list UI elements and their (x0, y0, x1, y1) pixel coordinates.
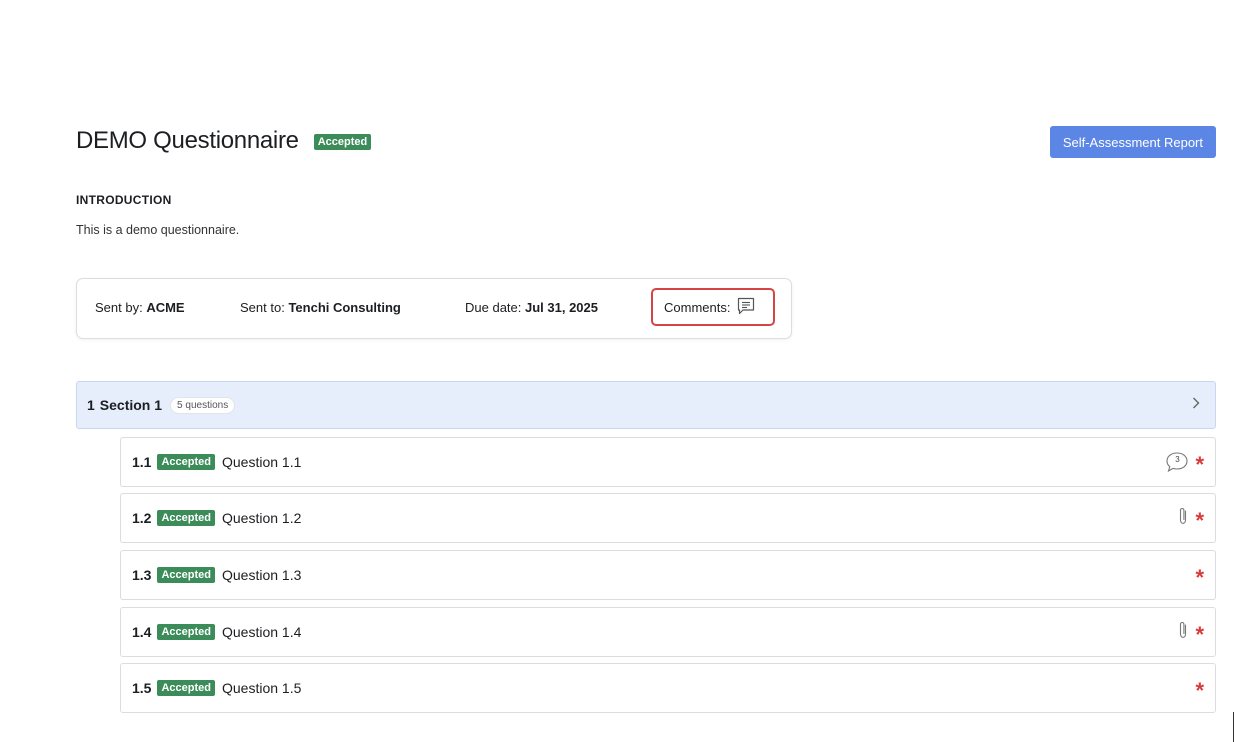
sent-to-label: Sent to: (240, 300, 285, 315)
question-number: 1.3 (132, 567, 152, 583)
paperclip-icon[interactable] (1177, 620, 1189, 645)
sent-by-value: ACME (146, 300, 185, 315)
required-asterisk: * (1195, 565, 1204, 590)
required-asterisk: * (1195, 508, 1204, 533)
question-title: Question 1.5 (222, 680, 302, 696)
question-row-1-3[interactable]: 1.3 Accepted Question 1.3 * (120, 550, 1216, 600)
section-header-1[interactable]: 1 Section 1 5 questions (76, 381, 1216, 429)
question-title: Question 1.4 (222, 624, 302, 640)
comment-count-icon[interactable]: 3 (1165, 451, 1189, 473)
question-indicators: 3 * (1165, 438, 1204, 486)
question-indicators: * (1195, 551, 1204, 599)
required-asterisk: * (1195, 678, 1204, 703)
page-header: DEMO Questionnaire Accepted Self-Assessm… (76, 126, 1216, 159)
question-row-1-4[interactable]: 1.4 Accepted Question 1.4 * (120, 607, 1216, 657)
comment-icon (736, 297, 756, 318)
due-date: Due date: Jul 31, 2025 (465, 300, 598, 315)
sent-to-value: Tenchi Consulting (288, 300, 401, 315)
required-asterisk: * (1195, 452, 1204, 477)
question-row-1-1[interactable]: 1.1 Accepted Question 1.1 3 * (120, 437, 1216, 487)
status-badge: Accepted (157, 454, 215, 470)
status-badge: Accepted (157, 567, 215, 583)
question-title: Question 1.1 (222, 454, 302, 470)
status-badge: Accepted (157, 510, 215, 526)
question-number: 1.2 (132, 510, 152, 526)
question-indicators: * (1177, 608, 1204, 656)
self-assessment-report-button[interactable]: Self-Assessment Report (1049, 126, 1216, 158)
question-title: Question 1.3 (222, 567, 302, 583)
comments-button[interactable]: Comments: (651, 288, 775, 326)
due-date-value: Jul 31, 2025 (525, 300, 598, 315)
required-asterisk: * (1195, 622, 1204, 647)
status-badge: Accepted (157, 680, 215, 696)
section-number: 1 (87, 397, 95, 413)
question-number: 1.5 (132, 680, 152, 696)
comment-count: 3 (1175, 455, 1180, 464)
question-indicators: * (1195, 664, 1204, 712)
status-badge: Accepted (157, 624, 215, 640)
questionnaire-info-card: Sent by: ACME Sent to: Tenchi Consulting… (76, 278, 792, 339)
page-title: DEMO Questionnaire (76, 127, 299, 154)
section-title: Section 1 (99, 397, 163, 413)
introduction-text: This is a demo questionnaire. (76, 223, 240, 237)
chevron-right-icon[interactable] (1191, 395, 1201, 416)
sent-to: Sent to: Tenchi Consulting (240, 300, 401, 315)
question-number: 1.1 (132, 454, 152, 470)
question-number: 1.4 (132, 624, 152, 640)
due-date-label: Due date: (465, 300, 522, 315)
sent-by: Sent by: ACME (95, 300, 185, 315)
sent-by-label: Sent by: (95, 300, 143, 315)
title-group: DEMO Questionnaire Accepted (76, 127, 372, 155)
introduction-heading: INTRODUCTION (76, 193, 172, 207)
question-row-1-2[interactable]: 1.2 Accepted Question 1.2 * (120, 493, 1216, 543)
question-count-badge: 5 questions (170, 396, 236, 414)
comments-label: Comments: (664, 299, 731, 315)
question-indicators: * (1177, 494, 1204, 542)
paperclip-icon[interactable] (1177, 506, 1189, 531)
question-row-1-5[interactable]: 1.5 Accepted Question 1.5 * (120, 663, 1216, 713)
question-title: Question 1.2 (222, 510, 302, 526)
status-badge: Accepted (313, 134, 372, 150)
